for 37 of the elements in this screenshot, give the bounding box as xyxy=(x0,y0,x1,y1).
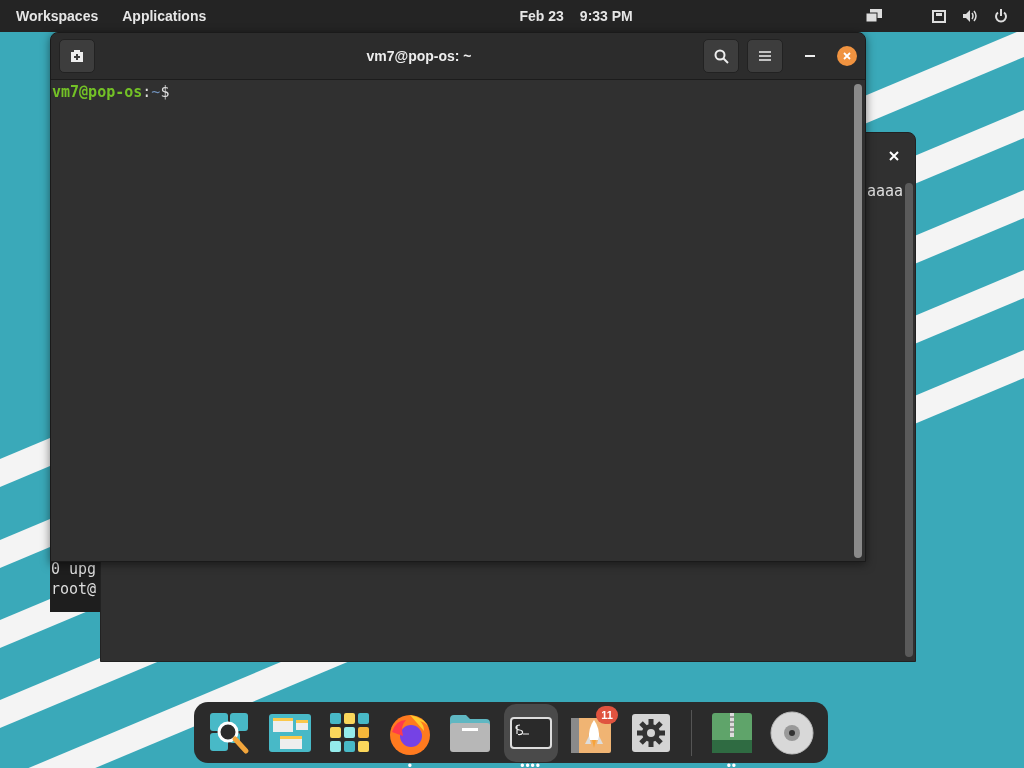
scrollbar[interactable] xyxy=(854,84,862,558)
running-indicator: •• xyxy=(726,759,738,768)
scrollbar[interactable] xyxy=(905,183,913,657)
menu-button[interactable] xyxy=(747,39,783,73)
running-indicator: •••• xyxy=(520,759,541,768)
close-button[interactable] xyxy=(887,149,901,163)
panel-menu[interactable]: Applications xyxy=(122,0,207,32)
date-label[interactable]: Feb 23 xyxy=(519,0,564,32)
prompt-line: vm7@pop-os:~$ xyxy=(51,82,171,103)
app-grid-icon xyxy=(329,711,372,754)
disc-icon xyxy=(768,709,815,756)
close-icon xyxy=(889,151,899,161)
terminal-icon xyxy=(509,716,552,749)
close-button[interactable] xyxy=(837,46,857,66)
panel-menu[interactable]: Workspaces xyxy=(16,0,99,32)
windows-icon[interactable] xyxy=(866,9,882,23)
search-icon xyxy=(713,48,729,64)
terminal-line: root@ xyxy=(51,579,98,599)
volume-icon[interactable] xyxy=(962,9,978,23)
dock-item[interactable]: 11 xyxy=(563,703,618,762)
window-title: vm7@pop-os: ~ xyxy=(365,46,473,66)
running-indicator: • xyxy=(407,759,413,768)
power-icon[interactable] xyxy=(994,9,1008,23)
clock-label[interactable]: 9:33 PM xyxy=(579,0,633,32)
close-icon xyxy=(843,52,851,60)
windows-icon xyxy=(268,712,313,753)
zip-folder-icon xyxy=(710,711,753,754)
terminal-line: aaaa xyxy=(867,181,904,201)
notification-count: 11 xyxy=(596,705,618,724)
new-tab-button[interactable] xyxy=(59,39,95,73)
menu-icon xyxy=(759,51,771,61)
terminal-line: 0 upg xyxy=(51,559,98,579)
new-tab-icon xyxy=(70,49,84,63)
folder-icon xyxy=(448,712,493,753)
search-button[interactable] xyxy=(703,39,739,73)
minimize-icon xyxy=(805,54,815,58)
gear-icon xyxy=(630,712,671,753)
